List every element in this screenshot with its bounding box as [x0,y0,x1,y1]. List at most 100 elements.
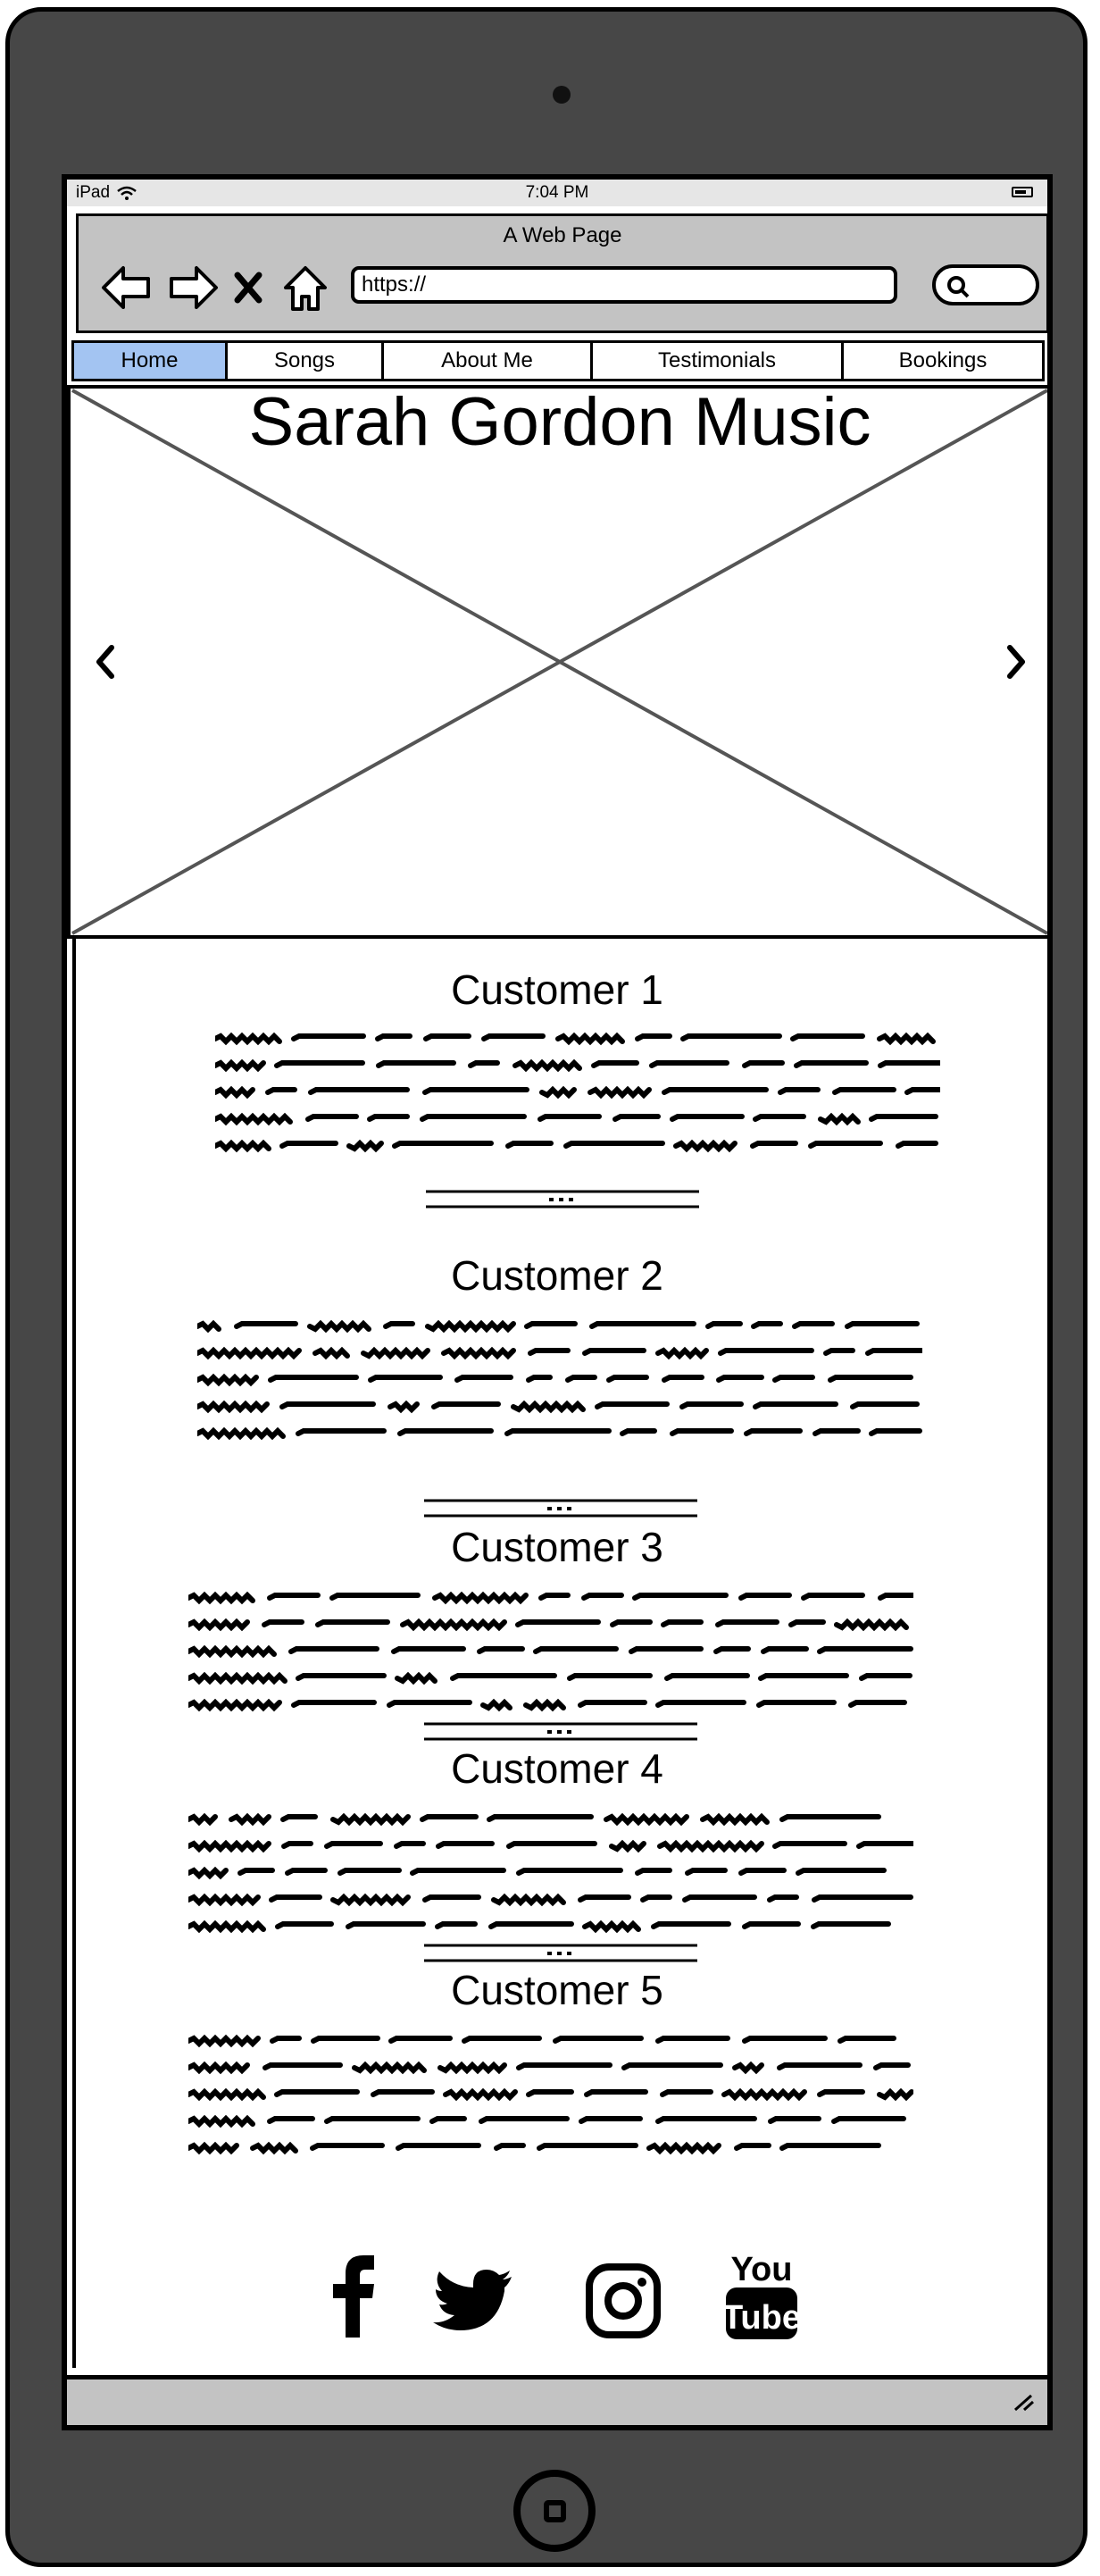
resize-handle-icon[interactable] [1012,2392,1035,2412]
scribble-word [279,1401,376,1409]
scribble-word [422,1894,481,1903]
scribble-word [715,1619,779,1627]
youtube-icon[interactable]: You Tube [724,2248,799,2341]
scribble-word [397,1428,494,1436]
scribble-word [878,1593,915,1601]
youtube-you-text: You [731,2251,793,2288]
scribble-word [538,1593,571,1601]
home-button[interactable] [513,2470,596,2552]
facebook-icon[interactable] [326,2252,379,2338]
scribble-word [772,1375,815,1383]
scribble-word [388,2036,453,2044]
stop-icon[interactable] [230,263,266,313]
scribble-word [721,2087,807,2102]
scribble-word [640,1894,672,1903]
tablet-frame: iPad 7:04 PM A Web Page https:// Home So… [5,7,1088,2567]
scribble-word [713,1646,751,1654]
back-arrow-icon[interactable] [100,263,154,313]
scribble-word [324,1841,383,1849]
scribble-word [612,1114,661,1122]
divider-lines [424,1944,697,1962]
scribble-word [281,1841,313,1849]
scribble-word [779,2143,881,2151]
scribble-word [238,1868,275,1876]
scribble-word [620,1428,657,1436]
scribble-word [468,1060,500,1068]
scribble-word [352,2061,427,2075]
scribble-word [877,1032,936,1046]
scribble-word [338,1868,402,1876]
scribble-word [649,1060,729,1068]
scribble-word [275,1921,334,1929]
scribble-word [186,1919,266,1934]
scribble-word [555,1032,625,1046]
tab-home[interactable]: Home [71,340,228,381]
scribble-word [537,2143,638,2151]
scribble-word [655,2116,757,2124]
scribble-word [265,1087,297,1095]
scribble-word [267,1593,321,1601]
scribble-word [346,1139,384,1153]
home-icon[interactable] [282,263,329,313]
scribble-word [186,2061,250,2075]
search-button[interactable] [932,264,1039,305]
tab-bookings[interactable]: Bookings [841,340,1045,381]
url-input[interactable]: https:// [351,266,897,304]
scribble-word [392,1141,494,1149]
hero-carousel: Sarah Gordon Music [67,384,1047,939]
scribble-word [811,1921,891,1929]
scribble-word [796,1868,887,1876]
scribble-word [538,1114,602,1122]
scribble-word [195,1319,221,1334]
scribble-word [621,2062,723,2070]
scribble-word [744,1428,803,1436]
chevron-left-icon[interactable] [87,635,122,689]
scribble-word [856,1841,915,1849]
scribble-word [756,1700,837,1708]
scribble-word [267,2116,315,2124]
scribble-word [533,1646,619,1654]
scribble-word [305,1114,359,1122]
scribble-word [655,1700,746,1708]
scribble-word [371,2089,435,2097]
scribble-word [186,2141,239,2155]
scribble-word [670,1114,745,1122]
scribble-word [685,1868,728,1876]
scribble-word [367,1114,410,1122]
scribble-word [742,2036,828,2044]
scribble-word [186,1644,277,1659]
scribble-word [778,1087,821,1095]
scribble-word [655,2036,730,2044]
twitter-icon[interactable] [433,2270,513,2336]
scribble-word [270,2036,302,2044]
scribble-word [845,1321,920,1329]
forward-arrow-icon[interactable] [166,263,220,313]
scribble-word [186,1866,229,1880]
scribble-word [391,1646,466,1654]
chevron-right-icon[interactable] [999,635,1035,689]
browser-bottom-bar [67,2375,1047,2425]
scribble-word [753,1114,806,1122]
scribble-word [450,1673,557,1681]
scribble-word [296,1673,387,1681]
scribble-word [212,1058,266,1073]
scribble-word [312,1346,350,1360]
scribble-word [788,1619,826,1627]
scribble-word [296,1428,387,1436]
scribble-word [262,2062,343,2070]
scribble-word [808,1141,883,1149]
scribble-word [494,2143,526,2151]
tab-testimonials[interactable]: Testimonials [590,340,844,381]
customer-name: Customer 4 [451,1745,663,1792]
customer-name: Customer 2 [451,1252,663,1299]
scribble-word [400,1618,507,1632]
scribble-word [582,1348,646,1356]
scribble-word [410,1868,506,1876]
instagram-icon[interactable] [585,2262,662,2339]
tab-about-me[interactable]: About Me [381,340,593,381]
tab-songs[interactable]: Songs [225,340,384,381]
scribble-word [234,1321,298,1329]
scribble-word [767,1894,799,1903]
scribble-word [441,1346,516,1360]
scribble-word [212,1139,271,1153]
